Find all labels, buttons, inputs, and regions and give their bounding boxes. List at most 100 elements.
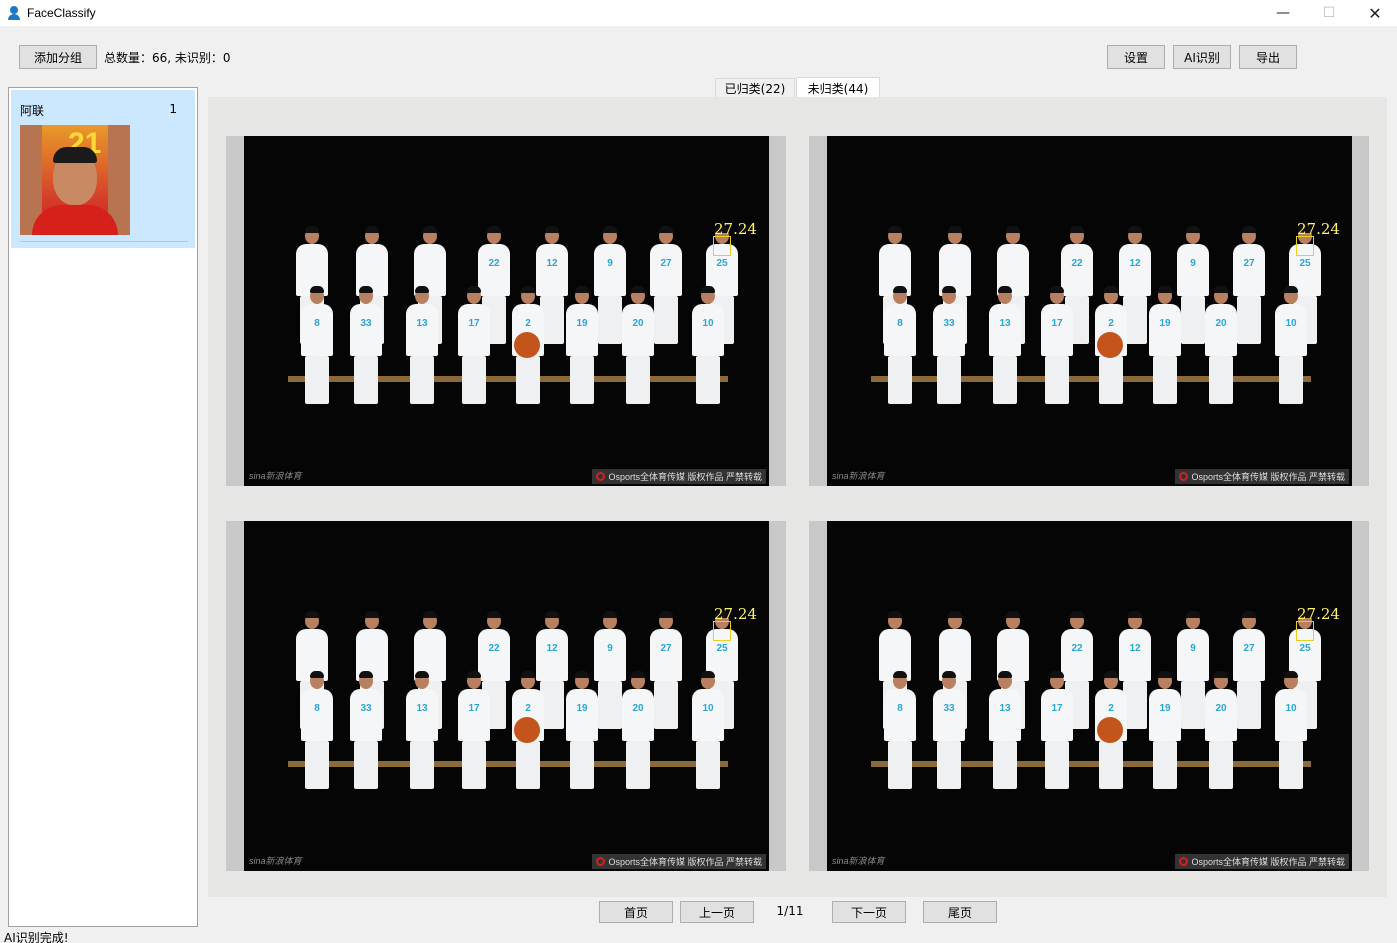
jersey-number: 22: [488, 643, 500, 654]
jersey-number: 33: [360, 703, 372, 714]
add-group-button[interactable]: 添加分组: [19, 45, 97, 69]
watermark-right-text: Osports全体育传媒 版权作品 严禁转载: [608, 857, 762, 867]
group-name: 阿联: [20, 104, 45, 118]
jersey-number: 17: [1051, 318, 1063, 329]
jersey-number: 19: [576, 318, 588, 329]
jersey-number: 25: [716, 258, 728, 269]
watermark-left: sina新浪体育: [832, 856, 885, 866]
jersey-number: 9: [607, 643, 613, 654]
jersey-number: 19: [1159, 318, 1171, 329]
jersey-number: 2: [1108, 703, 1114, 714]
watermark-right-text: Osports全体育传媒 版权作品 严禁转载: [1191, 472, 1345, 482]
jersey-number: 12: [546, 643, 558, 654]
osports-logo-icon: [1179, 472, 1189, 481]
jersey-number: 9: [1190, 258, 1196, 269]
jersey-number: 2: [1108, 318, 1114, 329]
tab-classified[interactable]: 已归类(22): [715, 78, 795, 98]
settings-button[interactable]: 设置: [1107, 45, 1165, 69]
jersey-number: 27: [660, 643, 672, 654]
jersey-number: 13: [999, 703, 1011, 714]
jersey-number: 25: [1299, 643, 1311, 654]
watermark-right: Osports全体育传媒 版权作品 严禁转载: [1175, 854, 1349, 869]
jersey-number: 12: [546, 258, 558, 269]
osports-logo-icon: [596, 472, 606, 481]
jersey-number: 8: [897, 318, 903, 329]
jersey-number: 17: [468, 318, 480, 329]
group-avatar-photo: 21: [20, 125, 130, 235]
watermark-right-text: Osports全体育传媒 版权作品 严禁转载: [608, 472, 762, 482]
jersey-number: 2: [525, 318, 531, 329]
page-indicator: 1/11: [776, 904, 804, 918]
team-photo: 22 12 9 27 25 8 33 13 17 2 19 20 10 27.24 sina新浪体育 Ospo…: [827, 521, 1352, 871]
watermark-left: sina新浪体育: [249, 471, 302, 481]
jersey-number: 9: [1190, 643, 1196, 654]
face-detection-box: [713, 621, 731, 641]
osports-logo-icon: [596, 857, 606, 866]
prev-page-button[interactable]: 上一页: [680, 901, 754, 923]
window-title: FaceClassify: [27, 6, 96, 20]
watermark-left: sina新浪体育: [832, 471, 885, 481]
jersey-number: 13: [416, 318, 428, 329]
jersey-number: 19: [1159, 703, 1171, 714]
watermark-right: Osports全体育传媒 版权作品 严禁转载: [592, 469, 766, 484]
close-button[interactable]: ✕: [1352, 0, 1397, 26]
team-photo: 22 12 9 27 25 8 33 13 17 2 19 20 10 27.24 sina新浪体育 Ospo…: [827, 136, 1352, 486]
next-page-button[interactable]: 下一页: [832, 901, 906, 923]
minimize-button[interactable]: —: [1260, 0, 1306, 26]
jersey-number: 13: [999, 318, 1011, 329]
title-bar: FaceClassify — ☐ ✕: [0, 0, 1397, 26]
maximize-button[interactable]: ☐: [1306, 0, 1352, 26]
status-message: AI识别完成!: [4, 931, 69, 943]
summary-text: 总数量：66, 未识别：0: [104, 51, 231, 65]
watermark-right: Osports全体育传媒 版权作品 严禁转载: [592, 854, 766, 869]
jersey-number: 22: [1071, 258, 1083, 269]
basketball: [514, 717, 540, 743]
tab-unclassified[interactable]: 未归类(44): [796, 77, 880, 98]
jersey-number: 2: [525, 703, 531, 714]
jersey-number: 17: [1051, 703, 1063, 714]
ai-recognize-button[interactable]: AI识别: [1173, 45, 1231, 69]
jersey-number: 12: [1129, 643, 1141, 654]
jersey-number: 17: [468, 703, 480, 714]
face-score: 27.24: [714, 220, 757, 238]
photo-card[interactable]: 22 12 9 27 25 8 33 13 17 2 19 20 10 27.24 sina新浪体育 Ospo…: [226, 521, 786, 871]
jersey-number: 10: [702, 703, 714, 714]
jersey-number: 12: [1129, 258, 1141, 269]
watermark-right: Osports全体育传媒 版权作品 严禁转载: [1175, 469, 1349, 484]
jersey-number: 27: [660, 258, 672, 269]
group-item[interactable]: 阿联 1 21: [11, 90, 195, 248]
jersey-number: 27: [1243, 643, 1255, 654]
jersey-number: 10: [1285, 318, 1297, 329]
jersey-number: 33: [360, 318, 372, 329]
jersey-number: 25: [716, 643, 728, 654]
jersey-number: 33: [943, 318, 955, 329]
jersey-number: 10: [702, 318, 714, 329]
last-page-button[interactable]: 尾页: [923, 901, 997, 923]
jersey-number: 22: [1071, 643, 1083, 654]
basketball: [514, 332, 540, 358]
jersey-number: 22: [488, 258, 500, 269]
jersey-number: 20: [1215, 703, 1227, 714]
osports-logo-icon: [1179, 857, 1189, 866]
photo-card[interactable]: 22 12 9 27 25 8 33 13 17 2 19 20 10 27.24 sina新浪体育 Ospo…: [226, 136, 786, 486]
basketball: [1097, 332, 1123, 358]
watermark-left: sina新浪体育: [249, 856, 302, 866]
face-score: 27.24: [1297, 220, 1340, 238]
jersey-number: 20: [632, 703, 644, 714]
face-score: 27.24: [1297, 605, 1340, 623]
group-list[interactable]: 阿联 1 21: [8, 87, 198, 927]
jersey-number: 20: [632, 318, 644, 329]
jersey-number: 10: [1285, 703, 1297, 714]
jersey-number: 27: [1243, 258, 1255, 269]
export-button[interactable]: 导出: [1239, 45, 1297, 69]
team-photo: 22 12 9 27 25 8 33 13 17 2 19 20 10 27.24 sina新浪体育 Ospo…: [244, 136, 769, 486]
group-count: 1: [169, 102, 177, 116]
photo-card[interactable]: 22 12 9 27 25 8 33 13 17 2 19 20 10 27.24 sina新浪体育 Ospo…: [809, 521, 1369, 871]
group-divider: [20, 241, 188, 242]
photo-card[interactable]: 22 12 9 27 25 8 33 13 17 2 19 20 10 27.24 sina新浪体育 Ospo…: [809, 136, 1369, 486]
jersey-number: 20: [1215, 318, 1227, 329]
first-page-button[interactable]: 首页: [599, 901, 673, 923]
watermark-right-text: Osports全体育传媒 版权作品 严禁转载: [1191, 857, 1345, 867]
jersey-number: 19: [576, 703, 588, 714]
app-icon: [7, 6, 21, 20]
